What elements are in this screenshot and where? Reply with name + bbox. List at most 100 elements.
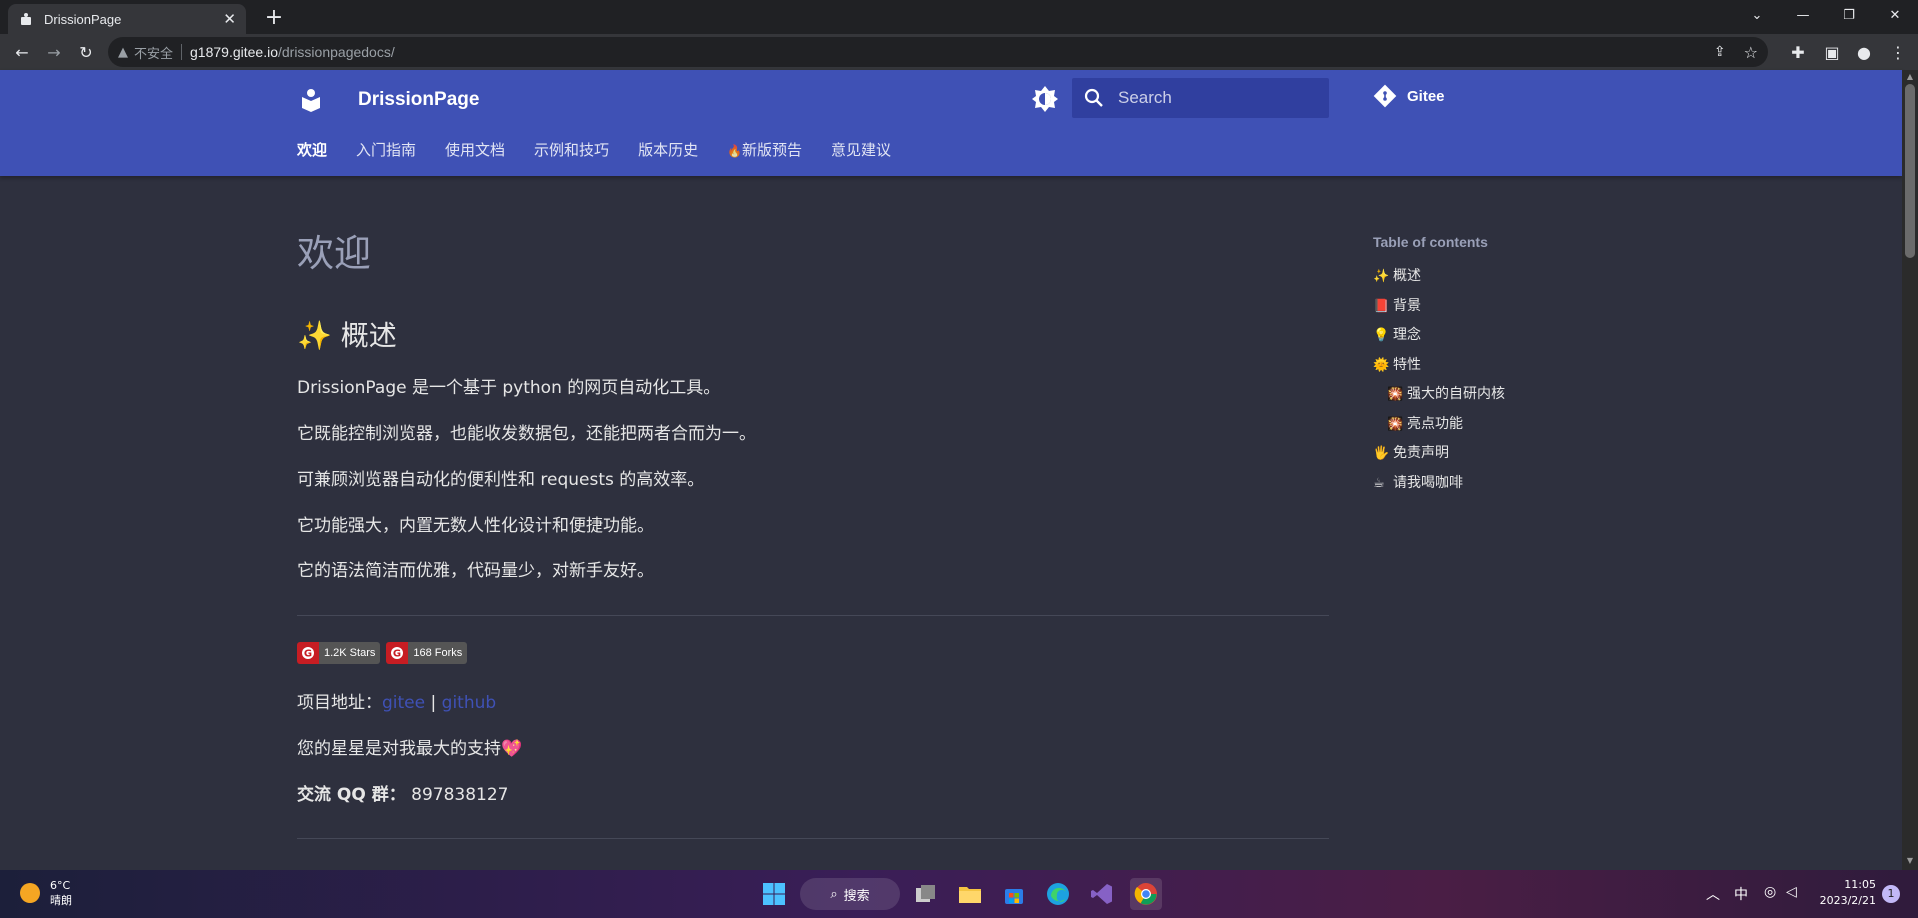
sparkles-icon: ✨ xyxy=(1373,269,1390,284)
search-icon xyxy=(1084,88,1103,107)
new-tab-button[interactable]: + xyxy=(260,5,288,31)
forks-badge[interactable]: G 168 Forks xyxy=(386,642,468,664)
qq-label: 交流 QQ 群： xyxy=(297,785,406,805)
address-bar[interactable]: ▲ 不安全 g1879.gitee.io/drissionpagedocs/ ⇪… xyxy=(108,37,1768,67)
qq-number: 897838127 xyxy=(411,785,509,805)
tray-chevron-icon[interactable]: ︿ xyxy=(1706,884,1720,904)
paragraph: 它既能控制浏览器，也能收发数据包，还能把两者合而为一。 xyxy=(297,424,756,444)
start-windows-icon[interactable] xyxy=(758,878,790,910)
back-icon[interactable]: ← xyxy=(8,38,36,66)
toc-item-label: 亮点功能 xyxy=(1407,415,1463,432)
warning-icon[interactable]: ▲ xyxy=(118,45,128,60)
insecure-label[interactable]: 不安全 xyxy=(134,43,173,62)
scroll-down-icon[interactable]: ▼ xyxy=(1905,856,1915,866)
toc-title: Table of contents xyxy=(1373,234,1488,250)
close-tab-icon[interactable]: ✕ xyxy=(223,10,236,28)
share-icon[interactable]: ⇪ xyxy=(1714,44,1726,60)
svg-text:G: G xyxy=(304,649,312,660)
page-title: 欢迎 xyxy=(297,232,371,275)
site-title[interactable]: DrissionPage xyxy=(358,86,479,114)
edge-icon[interactable] xyxy=(1042,878,1074,910)
tab-search-chevron-icon[interactable]: ⌄ xyxy=(1734,0,1780,30)
book-icon: 📕 xyxy=(1373,298,1390,314)
link-separator: | xyxy=(425,693,442,713)
tab-preview[interactable]: 🔥新版预告 xyxy=(727,140,802,161)
reload-icon[interactable]: ↻ xyxy=(72,38,100,66)
tab-examples[interactable]: 示例和技巧 xyxy=(534,140,609,161)
toc-item-features[interactable]: 🌞 特性 xyxy=(1373,351,1633,381)
address-divider xyxy=(181,44,183,60)
temperature: 6°C xyxy=(50,879,71,892)
sun-icon: 🌞 xyxy=(1373,357,1390,373)
stars-badge[interactable]: G 1.2K Stars xyxy=(297,642,381,664)
menu-kebab-icon[interactable]: ⋮ xyxy=(1884,38,1912,66)
restore-icon[interactable]: ❐ xyxy=(1826,0,1872,30)
visual-studio-icon[interactable] xyxy=(1086,878,1118,910)
stars-count: 1.2K Stars xyxy=(319,642,381,664)
browser-tab[interactable]: DrissionPage ✕ xyxy=(8,4,246,34)
window-close-icon[interactable]: ✕ xyxy=(1872,0,1918,30)
gitee-link[interactable]: gitee xyxy=(382,693,425,713)
github-link[interactable]: github xyxy=(442,693,497,713)
task-view-icon[interactable] xyxy=(910,878,942,910)
toc-item-label: 免责声明 xyxy=(1393,445,1449,461)
toc-item-philosophy[interactable]: 💡 理念 xyxy=(1373,321,1633,351)
toc-item-disclaimer[interactable]: 🖐 免责声明 xyxy=(1373,439,1633,469)
toc-item-background[interactable]: 📕 背景 xyxy=(1373,292,1633,322)
notification-badge[interactable]: 1 xyxy=(1882,885,1900,903)
paragraph: DrissionPage 是一个基于 python 的网页自动化工具。 xyxy=(297,378,721,398)
gitee-repo-link[interactable]: Gitee xyxy=(1373,84,1445,108)
bookmark-star-icon[interactable]: ☆ xyxy=(1744,43,1758,62)
taskbar-search-label: 搜索 xyxy=(843,888,870,904)
volume-icon[interactable]: ◁ xyxy=(1786,884,1797,900)
minimize-icon[interactable]: — xyxy=(1780,0,1826,30)
toc-item-coffee[interactable]: ☕ 请我喝咖啡 xyxy=(1373,469,1633,499)
profile-icon[interactable]: ● xyxy=(1850,38,1878,66)
tab-changelog[interactable]: 版本历史 xyxy=(638,140,698,161)
svg-text:G: G xyxy=(393,649,401,660)
forward-icon[interactable]: → xyxy=(40,38,68,66)
page-scrollbar[interactable]: ▲ ▼ xyxy=(1902,70,1918,870)
tab-usage-docs[interactable]: 使用文档 xyxy=(445,140,505,161)
gitee-label: Gitee xyxy=(1407,87,1445,105)
search-placeholder: Search xyxy=(1118,88,1172,107)
tab-feedback[interactable]: 意见建议 xyxy=(831,140,891,161)
paragraph: 它的语法简洁而优雅，代码量少，对新手友好。 xyxy=(297,561,654,581)
support-text: 您的星星是对我最大的支持💖 xyxy=(297,739,523,759)
search-input[interactable]: Search xyxy=(1072,78,1329,118)
section-heading-text: 概述 xyxy=(340,319,397,352)
tab-welcome[interactable]: 欢迎 xyxy=(297,140,327,161)
repo-badges: G 1.2K Stars G 168 Forks xyxy=(297,642,473,664)
nav-tabs: 欢迎 入门指南 使用文档 示例和技巧 版本历史 🔥新版预告 意见建议 xyxy=(297,140,920,161)
toc-item-label: 概述 xyxy=(1393,268,1421,284)
side-panel-icon[interactable]: ▣ xyxy=(1818,38,1846,66)
toc-item-overview[interactable]: ✨ 概述 xyxy=(1373,262,1633,292)
taskbar-search[interactable]: ⌕ 搜索 xyxy=(800,878,900,910)
system-clock[interactable]: 11:05 2023/2/21 xyxy=(1812,877,1876,909)
theme-toggle-icon[interactable] xyxy=(1030,84,1060,114)
network-globe-icon[interactable]: ◎ xyxy=(1764,884,1776,900)
forks-count: 168 Forks xyxy=(408,642,468,664)
tab-getting-started[interactable]: 入门指南 xyxy=(356,140,416,161)
store-icon[interactable] xyxy=(998,878,1030,910)
toc-item-highlights[interactable]: 🎇 亮点功能 xyxy=(1373,410,1633,440)
sparkler-icon: 🎇 xyxy=(1387,387,1404,402)
weather-widget[interactable]: 6°C 晴朗 xyxy=(20,878,72,908)
scroll-up-icon[interactable]: ▲ xyxy=(1905,72,1915,82)
time: 11:05 xyxy=(1844,878,1876,891)
file-explorer-icon[interactable] xyxy=(954,878,986,910)
tab-title: DrissionPage xyxy=(44,11,122,27)
windows-taskbar: 6°C 晴朗 ⌕ 搜索 ︿ 中 ◎ ◁ 11:05 2023/2/21 1 xyxy=(0,870,1918,918)
browser-toolbar: ← → ↻ ▲ 不安全 g1879.gitee.io/drissionpaged… xyxy=(0,34,1918,70)
site-header: DrissionPage Search Gitee 欢迎 入门指南 使用文档 示… xyxy=(0,70,1902,176)
tab-preview-label: 新版预告 xyxy=(742,141,803,159)
extensions-icon[interactable]: ✚ xyxy=(1784,38,1812,66)
toc-item-label: 特性 xyxy=(1393,356,1421,373)
table-of-contents: Table of contents ✨ 概述 📕 背景 💡 理念 🌞 特性 🎇 强大的自研… xyxy=(1373,234,1633,498)
toc-item-core[interactable]: 🎇 强大的自研内核 xyxy=(1373,380,1633,410)
scrollbar-thumb[interactable] xyxy=(1905,84,1915,258)
chrome-icon[interactable] xyxy=(1130,878,1162,910)
input-method-indicator[interactable]: 中 xyxy=(1734,884,1748,904)
docs-logo-icon[interactable] xyxy=(297,86,325,114)
project-label: 项目地址： xyxy=(297,693,382,713)
